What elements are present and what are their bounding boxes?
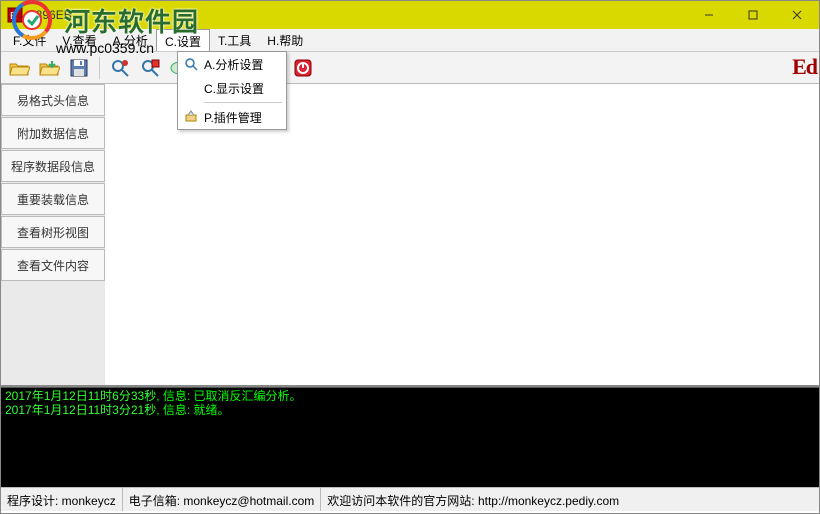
plugin-icon: [182, 109, 200, 125]
menu-tools[interactable]: T.工具: [210, 29, 259, 51]
log-panel[interactable]: 2017年1月12日11时6分33秒, 信息: 已取消反汇编分析。 2017年1…: [1, 387, 819, 487]
window-title: 9896EB: [29, 8, 687, 22]
sidebar: 易格式头信息 附加数据信息 程序数据段信息 重要装载信息 查看树形视图 查看文件…: [1, 84, 105, 385]
window-controls: [687, 1, 819, 29]
svg-text:E: E: [10, 11, 17, 22]
titlebar: E 9896EB: [1, 1, 819, 29]
sidebar-tab-header-info[interactable]: 易格式头信息: [1, 84, 105, 116]
sidebar-tab-file-content[interactable]: 查看文件内容: [1, 249, 105, 281]
status-designer: 程序设计: monkeycz: [1, 488, 123, 511]
sidebar-tab-load-info[interactable]: 重要装载信息: [1, 183, 105, 215]
sidebar-tab-data-segment[interactable]: 程序数据段信息: [1, 150, 105, 182]
close-button[interactable]: [775, 1, 819, 29]
blank-icon: [182, 80, 200, 96]
toolbar: ? Ed: [1, 52, 819, 84]
dropdown-item-analyze-settings[interactable]: A.分析设置: [178, 52, 286, 76]
settings-dropdown: A.分析设置 C.显示设置 P.插件管理: [177, 51, 287, 130]
toolbar-separator: [99, 57, 100, 79]
exit-button[interactable]: [289, 54, 317, 82]
dropdown-item-label: P.插件管理: [204, 109, 262, 126]
log-line: 2017年1月12日11时3分21秒, 信息: 就绪。: [5, 403, 815, 417]
dropdown-item-label: A.分析设置: [204, 56, 263, 73]
dropdown-item-display-settings[interactable]: C.显示设置: [178, 76, 286, 100]
menu-help[interactable]: H.帮助: [259, 29, 311, 51]
status-email: 电子信箱: monkeycz@hotmail.com: [123, 488, 322, 511]
maximize-button[interactable]: [731, 1, 775, 29]
open-folder-button[interactable]: [35, 54, 63, 82]
stop-analyze-button[interactable]: [136, 54, 164, 82]
menu-view[interactable]: V.查看: [54, 29, 104, 51]
save-button[interactable]: [65, 54, 93, 82]
analyze-settings-icon: [182, 56, 200, 72]
analyze-button[interactable]: [106, 54, 134, 82]
sidebar-tab-extra-data[interactable]: 附加数据信息: [1, 117, 105, 149]
menu-settings[interactable]: C.设置: [156, 29, 210, 51]
menu-file[interactable]: F.文件: [5, 29, 54, 51]
menu-analyze[interactable]: A.分析: [105, 29, 156, 51]
main-body: 易格式头信息 附加数据信息 程序数据段信息 重要装载信息 查看树形视图 查看文件…: [1, 84, 819, 387]
sidebar-tab-tree-view[interactable]: 查看树形视图: [1, 216, 105, 248]
statusbar: 程序设计: monkeycz 电子信箱: monkeycz@hotmail.co…: [1, 487, 819, 511]
dropdown-item-label: C.显示设置: [204, 80, 264, 97]
brand-label: Ed: [792, 54, 817, 80]
menubar: F.文件 V.查看 A.分析 C.设置 T.工具 H.帮助: [1, 29, 819, 52]
open-file-button[interactable]: [5, 54, 33, 82]
log-line: 2017年1月12日11时6分33秒, 信息: 已取消反汇编分析。: [5, 389, 815, 403]
minimize-button[interactable]: [687, 1, 731, 29]
app-icon: E: [7, 7, 23, 23]
dropdown-separator: [204, 102, 282, 103]
app-window: E 9896EB F.文件 V.查看 A.分析 C.设置 T.工具 H.帮助 ?…: [0, 0, 820, 514]
dropdown-item-plugin-manager[interactable]: P.插件管理: [178, 105, 286, 129]
status-site: 欢迎访问本软件的官方网站: http://monkeycz.pediy.com: [321, 488, 819, 511]
